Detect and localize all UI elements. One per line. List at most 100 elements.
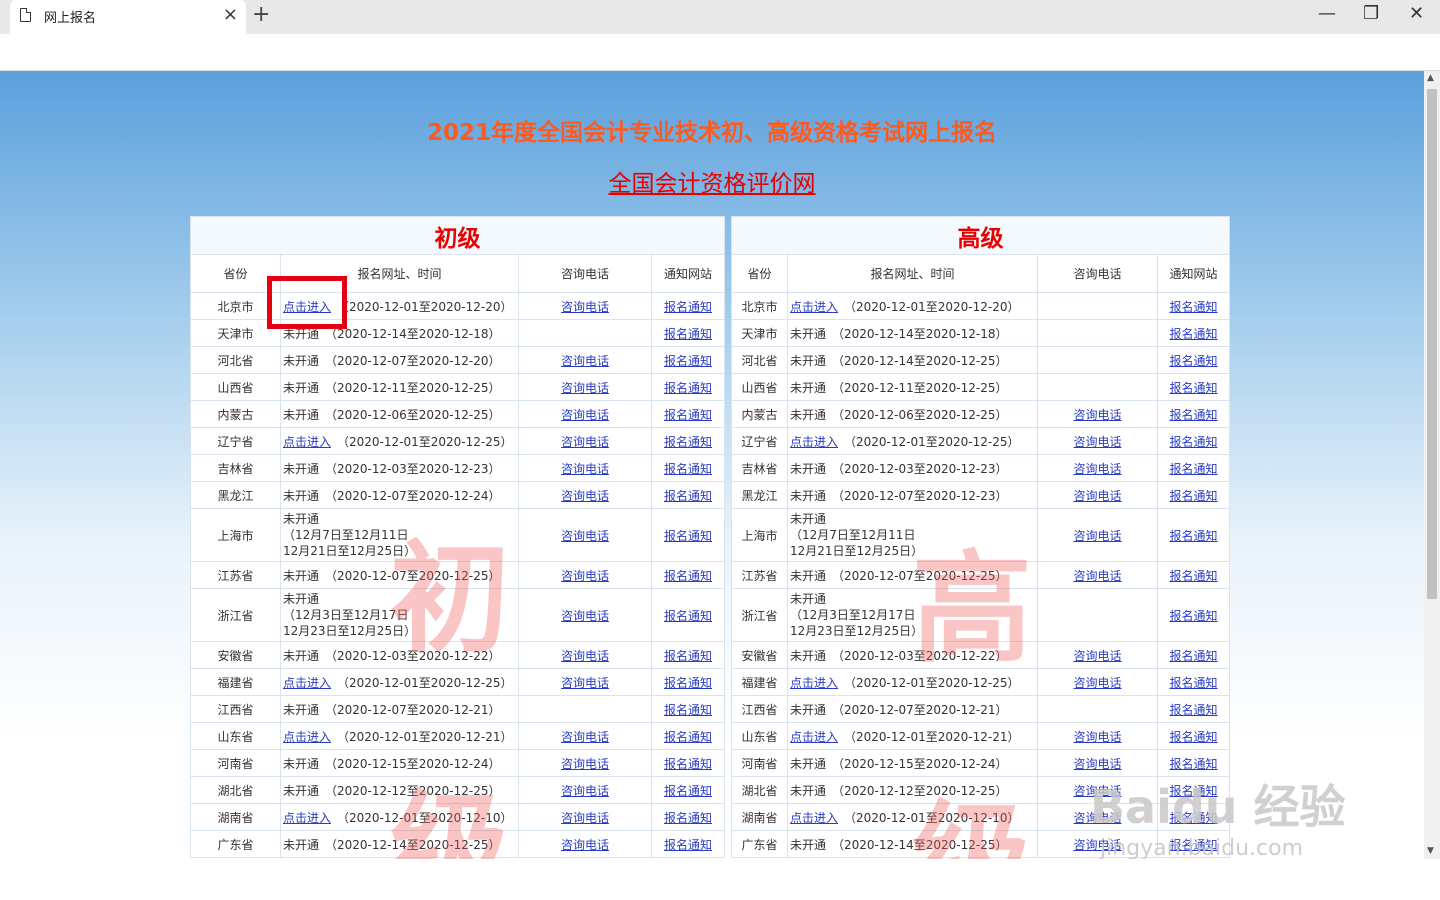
notice-link[interactable]: 报名通知 (1169, 435, 1217, 449)
minimize-icon[interactable]: — (1318, 3, 1336, 24)
phone-link[interactable]: 咨询电话 (561, 435, 609, 449)
notice-link[interactable]: 报名通知 (664, 730, 712, 744)
phone-link[interactable]: 咨询电话 (561, 381, 609, 395)
status-text: 未开通 (790, 568, 827, 583)
time-text: （2020-12-01至2020-12-20） (844, 299, 1020, 314)
province-cell: 广东省 (190, 830, 281, 858)
window-close-icon[interactable]: ✕ (1409, 3, 1424, 24)
table-row: 湖北省 未开通 （2020-12-12至2020-12-25） 咨询电话 报名通知 (190, 776, 725, 804)
enter-link[interactable]: 点击进入 (283, 435, 331, 449)
phone-link[interactable]: 咨询电话 (561, 300, 609, 314)
phone-link[interactable]: 咨询电话 (561, 811, 609, 825)
enter-link[interactable]: 点击进入 (790, 676, 838, 690)
phone-link[interactable]: 咨询电话 (561, 529, 609, 543)
notice-link[interactable]: 报名通知 (664, 381, 712, 395)
vertical-scrollbar[interactable]: ▲ ▼ (1424, 71, 1440, 859)
notice-link[interactable]: 报名通知 (664, 649, 712, 663)
header-url-time: 报名网址、时间 (787, 254, 1038, 293)
notice-link[interactable]: 报名通知 (664, 300, 712, 314)
phone-link[interactable]: 咨询电话 (1073, 569, 1121, 583)
notice-link[interactable]: 报名通知 (1169, 676, 1217, 690)
time-text: （2020-12-07至2020-12-25） (832, 568, 1008, 583)
phone-link[interactable]: 咨询电话 (1073, 462, 1121, 476)
notice-link[interactable]: 报名通知 (1169, 462, 1217, 476)
phone-link[interactable]: 咨询电话 (561, 569, 609, 583)
phone-link[interactable]: 咨询电话 (561, 757, 609, 771)
notice-link[interactable]: 报名通知 (664, 462, 712, 476)
notice-link[interactable]: 报名通知 (1169, 354, 1217, 368)
province-cell: 江苏省 (190, 561, 281, 589)
phone-link[interactable]: 咨询电话 (561, 354, 609, 368)
scroll-down-icon[interactable]: ▼ (1427, 846, 1434, 856)
notice-link[interactable]: 报名通知 (1169, 649, 1217, 663)
notice-link[interactable]: 报名通知 (1169, 703, 1217, 717)
phone-link[interactable]: 咨询电话 (561, 649, 609, 663)
notice-link[interactable]: 报名通知 (664, 703, 712, 717)
time-text: （2020-12-06至2020-12-25） (832, 407, 1008, 422)
notice-link[interactable]: 报名通知 (664, 811, 712, 825)
notice-link[interactable]: 报名通知 (664, 569, 712, 583)
province-cell: 山西省 (731, 373, 788, 401)
enter-link[interactable]: 点击进入 (790, 811, 838, 825)
close-tab-icon[interactable]: × (223, 4, 238, 25)
url-time-cell: 未开通 （2020-12-14至2020-12-18） (787, 319, 1038, 347)
status-text: 未开通 (790, 756, 827, 771)
notice-link[interactable]: 报名通知 (1169, 529, 1217, 543)
phone-link[interactable]: 咨询电话 (561, 408, 609, 422)
notice-link[interactable]: 报名通知 (1169, 489, 1217, 503)
phone-link[interactable]: 咨询电话 (561, 676, 609, 690)
enter-link[interactable]: 点击进入 (283, 730, 331, 744)
status-text: 未开通 (790, 488, 827, 503)
phone-link[interactable]: 咨询电话 (1073, 676, 1121, 690)
notice-link[interactable]: 报名通知 (664, 354, 712, 368)
notice-link[interactable]: 报名通知 (1169, 730, 1217, 744)
phone-link[interactable]: 咨询电话 (1073, 435, 1121, 449)
notice-link[interactable]: 报名通知 (664, 609, 712, 623)
enter-link[interactable]: 点击进入 (790, 435, 838, 449)
enter-link[interactable]: 点击进入 (790, 300, 838, 314)
time-text: （2020-12-06至2020-12-25） (325, 407, 501, 422)
address-bar-area (0, 34, 1440, 71)
notice-link[interactable]: 报名通知 (664, 757, 712, 771)
phone-link[interactable]: 咨询电话 (561, 462, 609, 476)
notice-link[interactable]: 报名通知 (1169, 408, 1217, 422)
phone-link[interactable]: 咨询电话 (561, 838, 609, 852)
phone-link[interactable]: 咨询电话 (561, 730, 609, 744)
enter-link[interactable]: 点击进入 (790, 730, 838, 744)
notice-link[interactable]: 报名通知 (664, 529, 712, 543)
notice-link[interactable]: 报名通知 (664, 408, 712, 422)
phone-link[interactable]: 咨询电话 (561, 489, 609, 503)
phone-link[interactable]: 咨询电话 (1073, 529, 1121, 543)
notice-link[interactable]: 报名通知 (664, 676, 712, 690)
new-tab-icon[interactable]: + (252, 2, 270, 27)
notice-link[interactable]: 报名通知 (1169, 757, 1217, 771)
notice-link[interactable]: 报名通知 (1169, 381, 1217, 395)
phone-link[interactable]: 咨询电话 (1073, 489, 1121, 503)
phone-cell: 咨询电话 (518, 400, 652, 428)
notice-link[interactable]: 报名通知 (664, 838, 712, 852)
notice-link[interactable]: 报名通知 (664, 489, 712, 503)
scrollbar-thumb[interactable] (1427, 89, 1437, 599)
table-row: 浙江省 未开通 （12月3日至12月17日 12月23日至12月25日） 咨询电话 报名通… (190, 588, 725, 642)
notice-link[interactable]: 报名通知 (664, 784, 712, 798)
url-time-cell: 点击进入 （2020-12-01至2020-12-21） (280, 722, 519, 750)
scroll-up-icon[interactable]: ▲ (1427, 73, 1434, 83)
phone-cell: 咨询电话 (518, 749, 652, 777)
phone-link[interactable]: 咨询电话 (1073, 408, 1121, 422)
phone-link[interactable]: 咨询电话 (561, 784, 609, 798)
phone-link[interactable]: 咨询电话 (1073, 649, 1121, 663)
notice-link[interactable]: 报名通知 (1169, 300, 1217, 314)
notice-link[interactable]: 报名通知 (664, 327, 712, 341)
notice-link[interactable]: 报名通知 (664, 435, 712, 449)
phone-link[interactable]: 咨询电话 (1073, 757, 1121, 771)
notice-link[interactable]: 报名通知 (1169, 609, 1217, 623)
enter-link[interactable]: 点击进入 (283, 676, 331, 690)
browser-tab[interactable]: 网上报名 × (10, 0, 246, 34)
phone-link[interactable]: 咨询电话 (561, 609, 609, 623)
notice-link[interactable]: 报名通知 (1169, 327, 1217, 341)
site-link[interactable]: 全国会计资格评价网 (0, 164, 1424, 198)
enter-link[interactable]: 点击进入 (283, 811, 331, 825)
restore-icon[interactable]: ❐ (1363, 3, 1379, 24)
notice-link[interactable]: 报名通知 (1169, 569, 1217, 583)
phone-link[interactable]: 咨询电话 (1073, 730, 1121, 744)
